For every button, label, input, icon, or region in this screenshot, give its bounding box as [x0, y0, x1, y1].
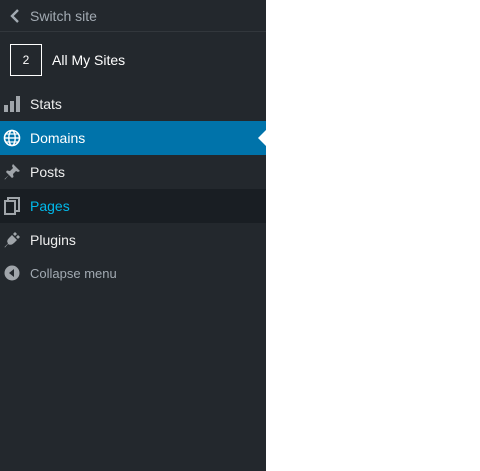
sidebar-item-pages[interactable]: Pages: [0, 189, 266, 223]
sidebar-item-label: Domains: [30, 130, 86, 146]
sidebar-item-label: Plugins: [30, 232, 76, 248]
stats-icon: [0, 87, 24, 121]
current-page-arrow: [258, 130, 266, 146]
collapse-menu-button[interactable]: Collapse menu: [0, 257, 266, 289]
collapse-arrow-icon: [0, 256, 24, 290]
all-my-sites-label: All My Sites: [52, 52, 126, 68]
globe-icon: [0, 121, 24, 155]
pages-icon: [0, 189, 24, 223]
content-area: [266, 0, 480, 471]
sidebar-item-label: Stats: [30, 96, 62, 112]
collapse-menu-label: Collapse menu: [30, 265, 117, 281]
admin-sidebar: Switch site 2 All My Sites Stats Domains: [0, 0, 266, 471]
chevron-left-icon: [0, 0, 30, 32]
sidebar-item-label: Posts: [30, 164, 66, 180]
sidebar-item-plugins[interactable]: Plugins: [0, 223, 266, 257]
all-my-sites-link[interactable]: 2 All My Sites: [0, 33, 266, 87]
switch-site-link[interactable]: Switch site: [0, 0, 266, 32]
switch-site-label: Switch site: [30, 7, 97, 24]
site-count-badge: 2: [10, 44, 42, 76]
plug-icon: [0, 223, 24, 257]
sidebar-item-label: Pages: [30, 198, 70, 214]
pushpin-icon: [0, 155, 24, 189]
sidebar-item-posts[interactable]: Posts: [0, 155, 266, 189]
sidebar-item-stats[interactable]: Stats: [0, 87, 266, 121]
sidebar-item-domains[interactable]: Domains: [0, 121, 266, 155]
